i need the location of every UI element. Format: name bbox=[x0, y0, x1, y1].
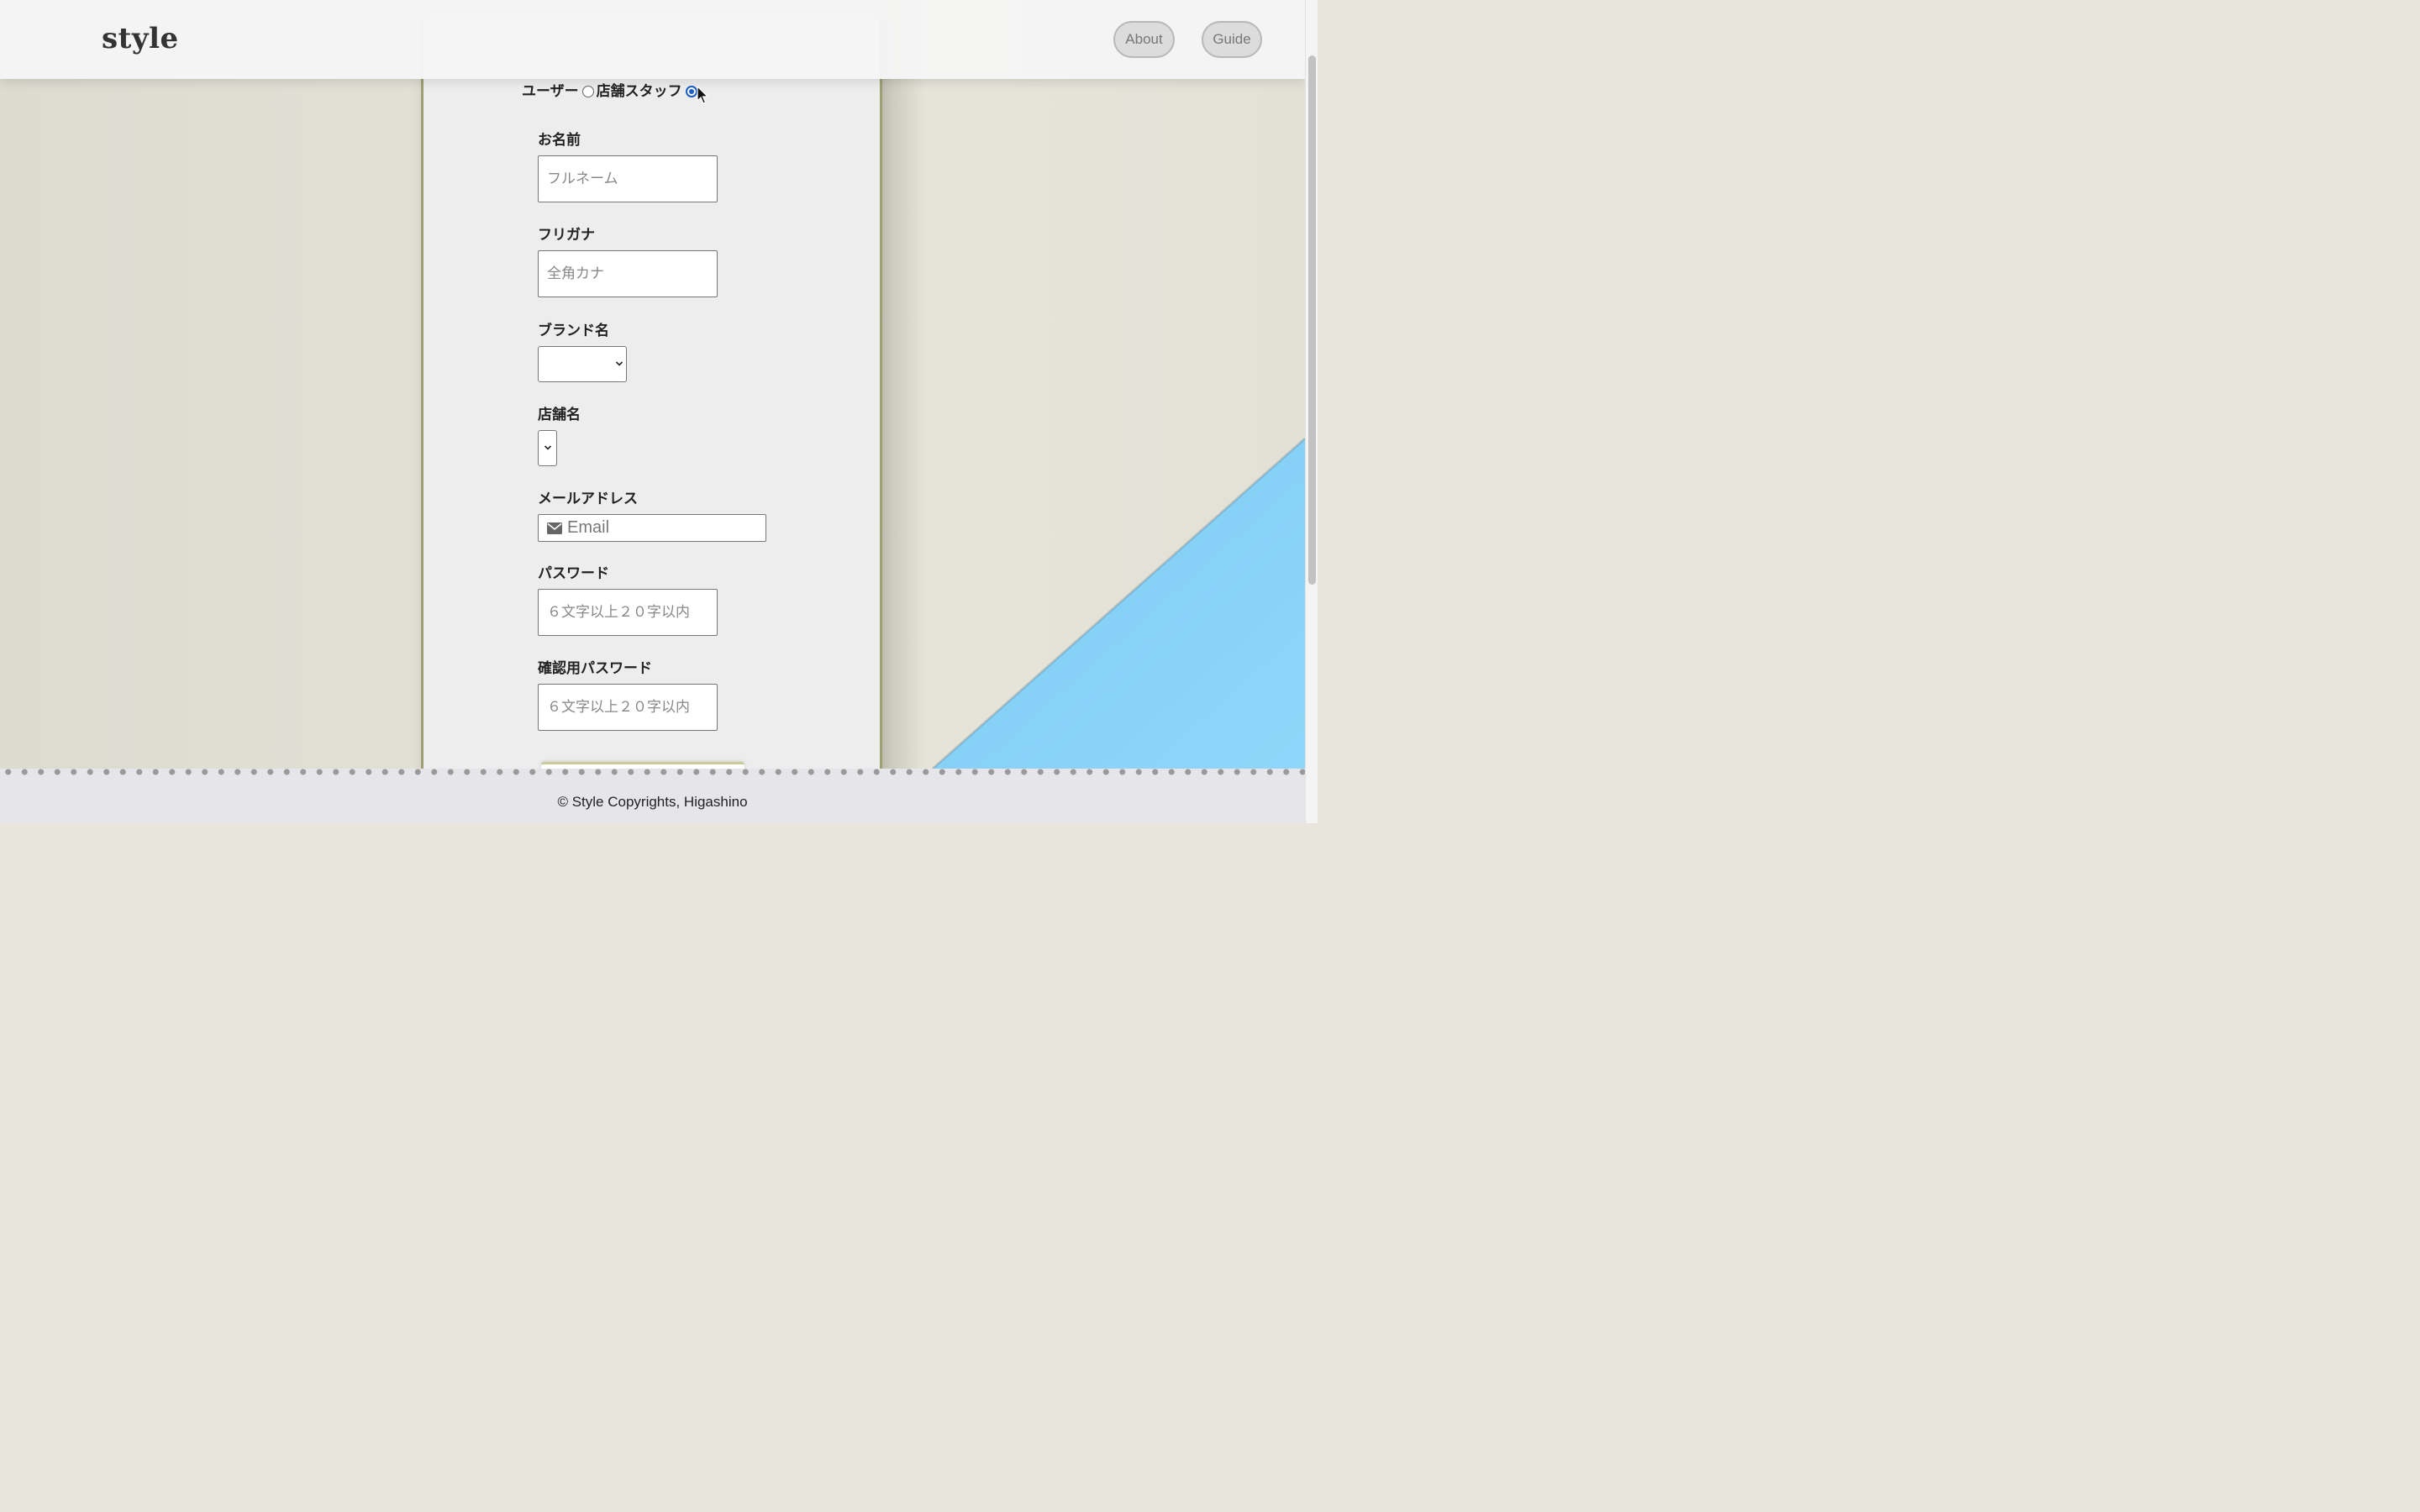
furigana-label: フリガナ bbox=[538, 227, 595, 243]
role-user-label[interactable]: ユーザー bbox=[522, 81, 579, 102]
name-label: お名前 bbox=[538, 132, 581, 148]
name-input[interactable] bbox=[538, 155, 718, 202]
password-confirm-label: 確認用パスワード bbox=[538, 660, 652, 676]
chevron-down-icon bbox=[615, 361, 623, 366]
mouse-cursor-icon bbox=[697, 86, 708, 104]
furigana-input[interactable] bbox=[538, 250, 718, 297]
email-label: メールアドレス bbox=[538, 491, 638, 507]
brand-label: ブランド名 bbox=[538, 323, 609, 339]
role-selector: ユーザー 店舗スタッフ bbox=[522, 81, 700, 102]
email-input[interactable] bbox=[567, 516, 752, 540]
password-confirm-input[interactable] bbox=[538, 684, 718, 731]
site-logo[interactable]: style bbox=[102, 22, 179, 55]
store-select[interactable] bbox=[538, 430, 557, 466]
site-header: style About Guide bbox=[0, 0, 1305, 79]
dotted-divider bbox=[0, 768, 1305, 776]
password-label: パスワード bbox=[538, 565, 609, 581]
nav-about-button[interactable]: About bbox=[1113, 21, 1175, 58]
copyright-text: © Style Copyrights, Higashino bbox=[557, 794, 748, 810]
password-input[interactable] bbox=[538, 589, 718, 636]
envelope-icon bbox=[547, 522, 562, 534]
store-label: 店舗名 bbox=[538, 407, 581, 423]
nav-guide-button[interactable]: Guide bbox=[1202, 21, 1262, 58]
page-scrollbar[interactable] bbox=[1305, 0, 1318, 823]
role-staff-radio[interactable] bbox=[685, 86, 697, 97]
email-field[interactable] bbox=[538, 514, 766, 542]
brand-select[interactable] bbox=[538, 346, 627, 382]
chevron-down-icon bbox=[544, 445, 552, 450]
scrollbar-thumb[interactable] bbox=[1308, 55, 1316, 585]
role-user-radio[interactable] bbox=[581, 86, 594, 97]
site-footer: © Style Copyrights, Higashino bbox=[0, 768, 1305, 823]
role-staff-label[interactable]: 店舗スタッフ bbox=[597, 81, 682, 102]
